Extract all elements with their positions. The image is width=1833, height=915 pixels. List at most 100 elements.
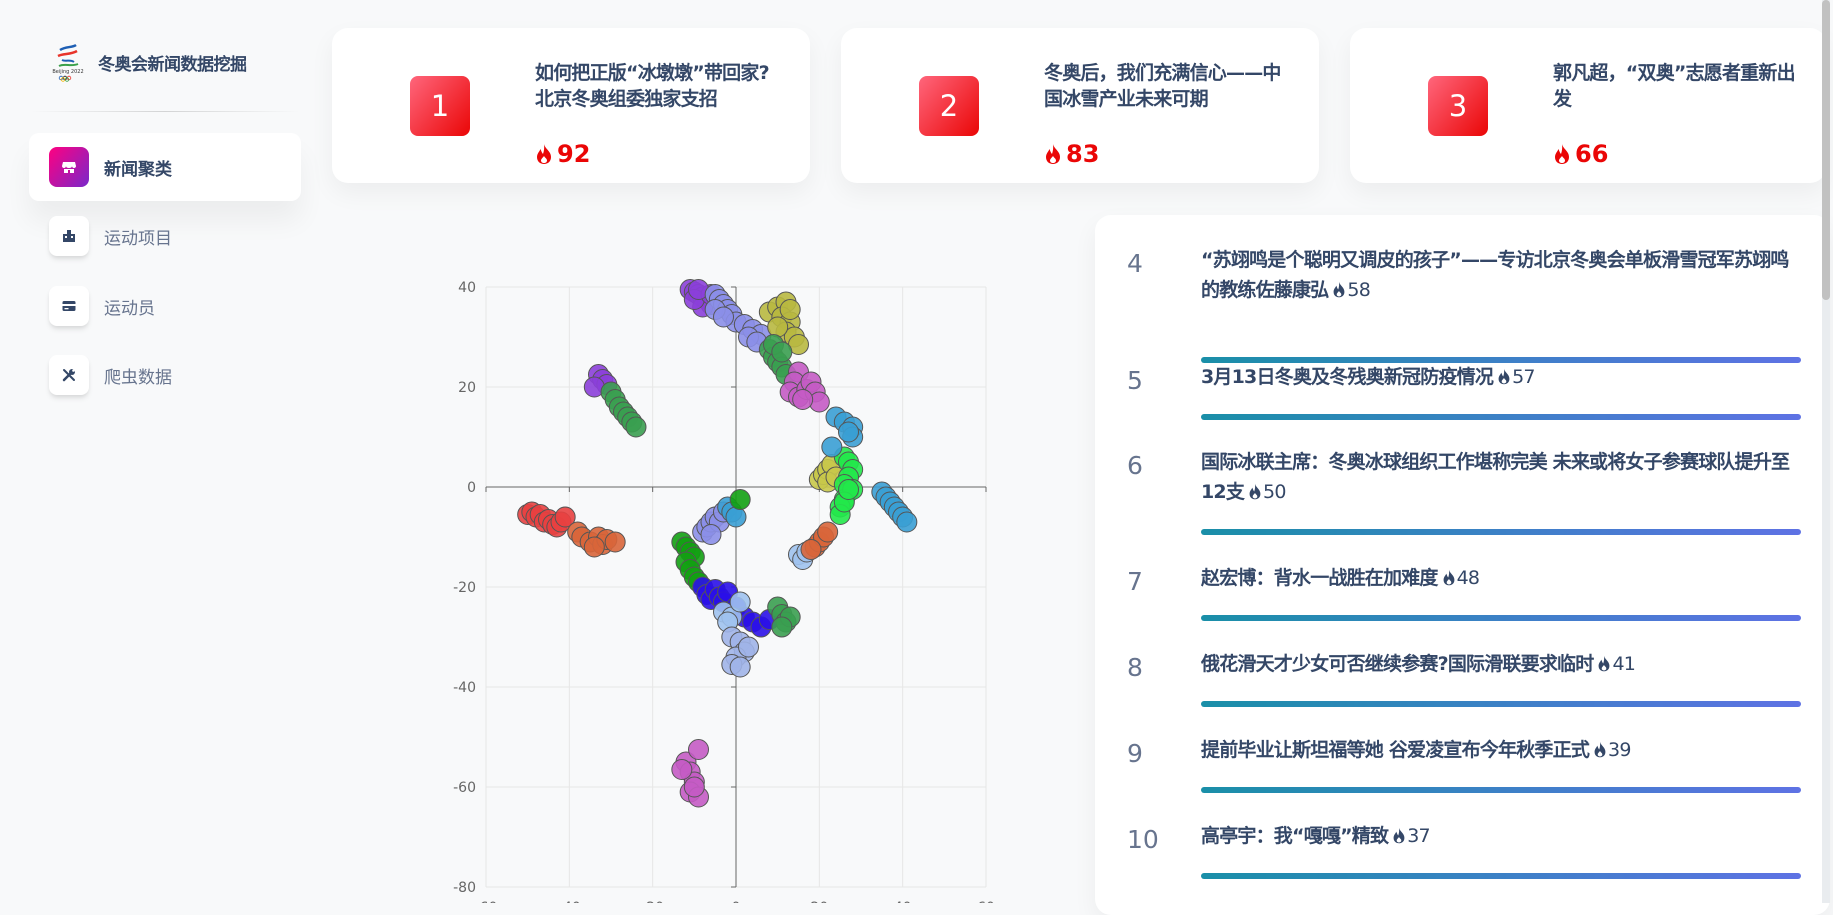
rank-badge: 1 (410, 76, 470, 136)
heat-bar (1201, 701, 1801, 707)
news-title[interactable]: 如何把正版“冰墩墩”带回家?北京冬奥组委独家支招 (535, 60, 785, 112)
heat-score: 50 (1244, 481, 1286, 503)
scatter-point (625, 416, 647, 438)
fire-icon (1333, 281, 1345, 298)
news-rank: 6 (1127, 451, 1143, 480)
office-icon (49, 216, 89, 256)
heat-value: 41 (1612, 653, 1636, 675)
scatter-point (779, 299, 801, 320)
scatter-point (729, 656, 751, 678)
news-rank: 10 (1127, 825, 1159, 854)
scatter-point (896, 511, 918, 533)
news-title[interactable]: 赵宏博：背水一战胜在加难度 48 (1201, 563, 1801, 593)
heat-value: 50 (1263, 481, 1286, 503)
rank-badge: 2 (919, 76, 979, 136)
scatter-point (771, 341, 793, 363)
sidebar-item-sports[interactable]: 运动项目 (29, 202, 301, 270)
heat-score: 39 (1589, 739, 1631, 761)
top-news-card[interactable]: 1 如何把正版“冰墩墩”带回家?北京冬奥组委独家支招 92 (332, 28, 810, 183)
fire-icon (1393, 827, 1405, 844)
news-title[interactable]: 国际冰联主席：冬奥冰球组织工作堪称完美 未来或将女子参赛球队提升至12支 50 (1201, 447, 1801, 507)
scatter-point (821, 436, 843, 458)
news-title[interactable]: 俄花滑天才少女可否继续参赛?国际滑联要求临时 41 (1201, 649, 1801, 679)
sidebar-item-label: 新闻聚类 (104, 159, 172, 180)
fire-icon (1555, 144, 1569, 164)
news-title[interactable]: 提前毕业让斯坦福等她 谷爱凌宣布今年秋季正式 39 (1201, 735, 1801, 765)
brand-name: 冬奥会新闻数据挖掘 (98, 54, 247, 75)
y-tick-label: 40 (458, 280, 476, 296)
heat-bar (1201, 615, 1801, 621)
fire-icon (1599, 655, 1610, 672)
scatter-point (792, 389, 814, 410)
fire-icon (1498, 368, 1510, 385)
heat-score: 37 (1388, 825, 1431, 847)
scatter-point (729, 489, 751, 510)
heat-score: 66 (1553, 140, 1608, 168)
page-scrollbar-thumb[interactable] (1822, 0, 1830, 300)
heat-value: 39 (1608, 739, 1631, 761)
news-title[interactable]: “苏翊鸣是个聪明又调皮的孩子”——专访北京冬奥会单板滑雪冠军苏翊鸣的教练佐藤康弘… (1201, 245, 1801, 305)
scatter-point (838, 421, 859, 443)
credit-card-icon (49, 286, 89, 326)
y-tick-label: -20 (453, 580, 476, 596)
scatter-point (700, 524, 722, 545)
fire-icon (1249, 483, 1261, 500)
news-title-text: 提前毕业让斯坦福等她 谷爱凌宣布今年秋季正式 (1201, 739, 1590, 761)
scatter-point (671, 759, 693, 780)
heat-value: 57 (1512, 366, 1535, 388)
scatter-plot: -60-40-200204060-80-60-40-2002040 (453, 279, 995, 915)
heat-score: 83 (1044, 140, 1099, 168)
news-rank: 5 (1127, 366, 1143, 395)
heat-value: 48 (1456, 567, 1480, 589)
cluster-scatter-chart: -60-40-200204060-80-60-40-2002040 (420, 270, 1020, 915)
news-title[interactable]: 冬奥后，我们充满信心——中国冰雪产业未来可期 (1044, 60, 1294, 112)
news-title-text: 俄花滑天才少女可否继续参赛?国际滑联要求临时 (1201, 653, 1594, 675)
sidebar: Beijing 2022 冬奥会新闻数据挖掘 新闻聚类 运动项目 运动员 爬虫数… (0, 0, 310, 903)
svg-text:Beijing 2022: Beijing 2022 (52, 69, 83, 75)
fire-icon (1443, 569, 1455, 586)
heat-bar (1201, 787, 1801, 793)
news-title-text: 国际冰联主席：冬奥冰球组织工作堪称完美 未来或将女子参赛球队提升至12支 (1201, 451, 1790, 503)
brand[interactable]: Beijing 2022 冬奥会新闻数据挖掘 (48, 42, 247, 82)
heat-value: 92 (557, 140, 591, 168)
heat-score: 58 (1328, 279, 1371, 301)
news-title-text: 高亭宇：我“嘎嘎”精致 (1201, 825, 1389, 847)
y-tick-label: 20 (458, 380, 476, 396)
news-title[interactable]: 3月13日冬奥及冬残奥新冠防疫情况 57 (1201, 362, 1801, 392)
scatter-point (729, 591, 751, 613)
scatter-point (817, 521, 839, 543)
fire-icon (1046, 144, 1060, 164)
scatter-point (725, 506, 747, 528)
scatter-point (688, 739, 709, 760)
heat-bar (1201, 529, 1801, 535)
fire-icon (1594, 741, 1606, 758)
heat-score: 41 (1593, 653, 1636, 675)
news-title-text: 3月13日冬奥及冬残奥新冠防疫情况 (1201, 366, 1494, 388)
heat-value: 58 (1347, 279, 1370, 301)
sidebar-item-crawler-data[interactable]: 爬虫数据 (29, 341, 301, 409)
scatter-point (604, 531, 626, 553)
news-title[interactable]: 郭凡超，“双奥”志愿者重新出发 (1553, 60, 1803, 112)
heat-value: 37 (1407, 825, 1430, 847)
heat-score: 48 (1438, 567, 1480, 589)
news-title[interactable]: 高亭宇：我“嘎嘎”精致 37 (1201, 821, 1801, 851)
shop-icon (49, 147, 89, 187)
top-news-card[interactable]: 3 郭凡超，“双奥”志愿者重新出发 66 (1350, 28, 1826, 183)
sidebar-item-news-clustering[interactable]: 新闻聚类 (29, 133, 301, 201)
scatter-point (683, 776, 705, 798)
news-rank: 8 (1127, 653, 1143, 682)
scatter-point (800, 539, 822, 560)
scatter-point (583, 536, 605, 558)
sidebar-divider (30, 111, 300, 112)
sidebar-item-label: 爬虫数据 (104, 367, 172, 388)
sidebar-item-athletes[interactable]: 运动员 (29, 272, 301, 340)
y-tick-label: -80 (453, 880, 476, 896)
beijing-2022-logo-icon: Beijing 2022 (48, 42, 88, 82)
top-news-card[interactable]: 2 冬奥后，我们充满信心——中国冰雪产业未来可期 83 (841, 28, 1319, 183)
heat-value: 66 (1575, 140, 1609, 168)
y-tick-label: -40 (453, 680, 476, 696)
tools-icon (49, 355, 89, 395)
news-title-text: “苏翊鸣是个聪明又调皮的孩子”——专访北京冬奥会单板滑雪冠军苏翊鸣的教练佐藤康弘 (1201, 249, 1789, 301)
heat-score: 57 (1493, 366, 1535, 388)
heat-score: 92 (535, 140, 590, 168)
